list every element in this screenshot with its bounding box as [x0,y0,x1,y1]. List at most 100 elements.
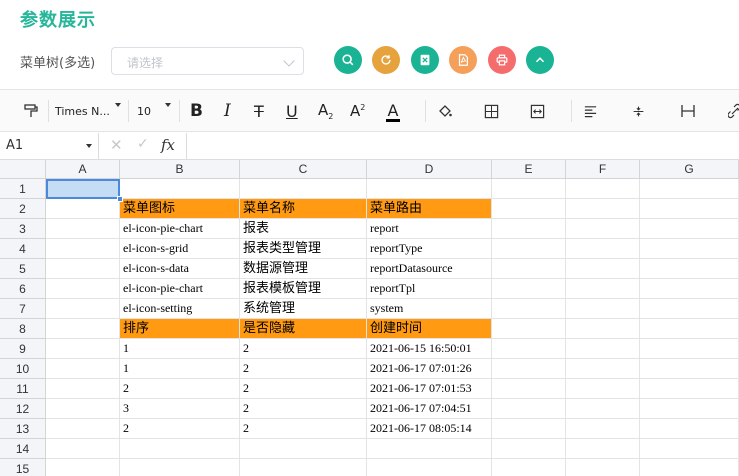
italic-button[interactable]: I [224,90,231,132]
font-family-select[interactable]: Times N... [55,90,125,132]
row-header[interactable]: 12 [0,399,46,419]
column-header-b[interactable]: B [120,160,240,179]
table-cell[interactable] [367,179,492,199]
table-cell[interactable] [492,359,566,379]
table-cell[interactable] [492,439,566,459]
collapse-button[interactable] [526,46,554,74]
table-cell[interactable]: reportTpl [367,279,492,299]
select-all-corner[interactable] [0,160,46,179]
table-cell[interactable] [640,319,739,339]
table-cell[interactable]: 菜单名称 [240,199,367,219]
table-cell[interactable]: el-icon-setting [120,299,240,319]
table-cell[interactable] [566,419,640,439]
table-cell[interactable]: 排序 [120,319,240,339]
table-cell[interactable] [492,239,566,259]
table-cell[interactable]: 2021-06-17 07:01:53 [367,379,492,399]
table-cell[interactable]: system [367,299,492,319]
row-header[interactable]: 6 [0,279,46,299]
table-cell[interactable]: el-icon-pie-chart [120,279,240,299]
table-cell[interactable]: 2021-06-17 08:05:14 [367,419,492,439]
table-cell[interactable]: report [367,219,492,239]
cancel-icon[interactable]: ✕ [110,136,123,154]
table-cell[interactable]: 报表类型管理 [240,239,367,259]
function-icon[interactable]: fx [161,136,175,154]
link-button[interactable] [728,90,739,132]
table-cell[interactable] [492,179,566,199]
column-header-a[interactable]: A [46,160,120,179]
table-cell[interactable] [492,459,566,476]
table-cell[interactable] [46,439,120,459]
table-cell[interactable]: 数据源管理 [240,259,367,279]
column-header-f[interactable]: F [566,160,640,179]
table-cell[interactable] [640,399,739,419]
table-cell[interactable]: el-icon-s-grid [120,239,240,259]
table-cell[interactable]: 2 [240,419,367,439]
bold-button[interactable]: B [190,90,203,132]
subscript-button[interactable]: A2 [318,90,333,132]
table-cell[interactable] [566,299,640,319]
table-cell[interactable]: el-icon-pie-chart [120,219,240,239]
table-cell[interactable]: 2021-06-17 07:01:26 [367,359,492,379]
reset-button[interactable] [372,46,400,74]
table-cell[interactable] [492,279,566,299]
table-cell[interactable] [46,279,120,299]
superscript-button[interactable]: A2 [350,90,365,132]
table-cell[interactable] [640,299,739,319]
row-header[interactable]: 15 [0,459,46,476]
table-cell[interactable]: 报表模板管理 [240,279,367,299]
table-cell[interactable] [46,359,120,379]
table-cell[interactable] [566,439,640,459]
table-cell[interactable] [492,219,566,239]
menu-tree-select[interactable]: 请选择 [111,47,304,75]
row-header[interactable]: 1 [0,179,46,199]
table-cell[interactable] [46,299,120,319]
table-cell[interactable] [367,459,492,476]
table-cell[interactable] [240,439,367,459]
table-cell[interactable] [640,219,739,239]
table-cell[interactable] [566,279,640,299]
table-cell[interactable] [566,339,640,359]
table-cell[interactable] [46,319,120,339]
horizontal-align-button[interactable] [583,90,598,132]
row-header[interactable]: 13 [0,419,46,439]
row-header[interactable]: 8 [0,319,46,339]
table-cell[interactable] [640,259,739,279]
table-cell[interactable] [566,359,640,379]
table-cell[interactable] [46,419,120,439]
table-cell[interactable]: 2021-06-15 16:50:01 [367,339,492,359]
table-cell[interactable] [240,179,367,199]
table-cell[interactable] [640,419,739,439]
row-header[interactable]: 3 [0,219,46,239]
confirm-icon[interactable]: ✓ [137,136,149,152]
table-cell[interactable] [566,239,640,259]
table-cell[interactable] [120,439,240,459]
print-button[interactable] [488,46,516,74]
fill-color-button[interactable] [437,90,453,132]
table-cell[interactable] [566,399,640,419]
table-cell[interactable] [566,199,640,219]
table-cell[interactable]: 1 [120,359,240,379]
border-button[interactable] [484,90,499,132]
table-cell[interactable]: 系统管理 [240,299,367,319]
row-header[interactable]: 7 [0,299,46,319]
selected-cell-a1[interactable] [46,179,120,199]
table-cell[interactable] [566,259,640,279]
table-cell[interactable]: 3 [120,399,240,419]
spreadsheet-grid[interactable]: A B C D E F G 1 2 菜单图标 菜单名称 菜单路由 3 el-icon-pie-chart 报… [0,160,739,476]
column-header-d[interactable]: D [367,160,492,179]
table-cell[interactable] [640,459,739,476]
table-cell[interactable] [566,459,640,476]
table-cell[interactable]: 2 [240,379,367,399]
text-wrap-button[interactable] [680,90,696,132]
table-cell[interactable] [46,239,120,259]
table-cell[interactable] [46,379,120,399]
fill-handle[interactable] [117,196,123,202]
column-header-g[interactable]: G [640,160,739,179]
row-header[interactable]: 5 [0,259,46,279]
table-cell[interactable] [46,339,120,359]
table-cell[interactable]: 是否隐藏 [240,319,367,339]
table-cell[interactable]: 创建时间 [367,319,492,339]
table-cell[interactable]: 2 [120,379,240,399]
font-color-button[interactable]: A [386,90,400,132]
table-cell[interactable] [640,179,739,199]
